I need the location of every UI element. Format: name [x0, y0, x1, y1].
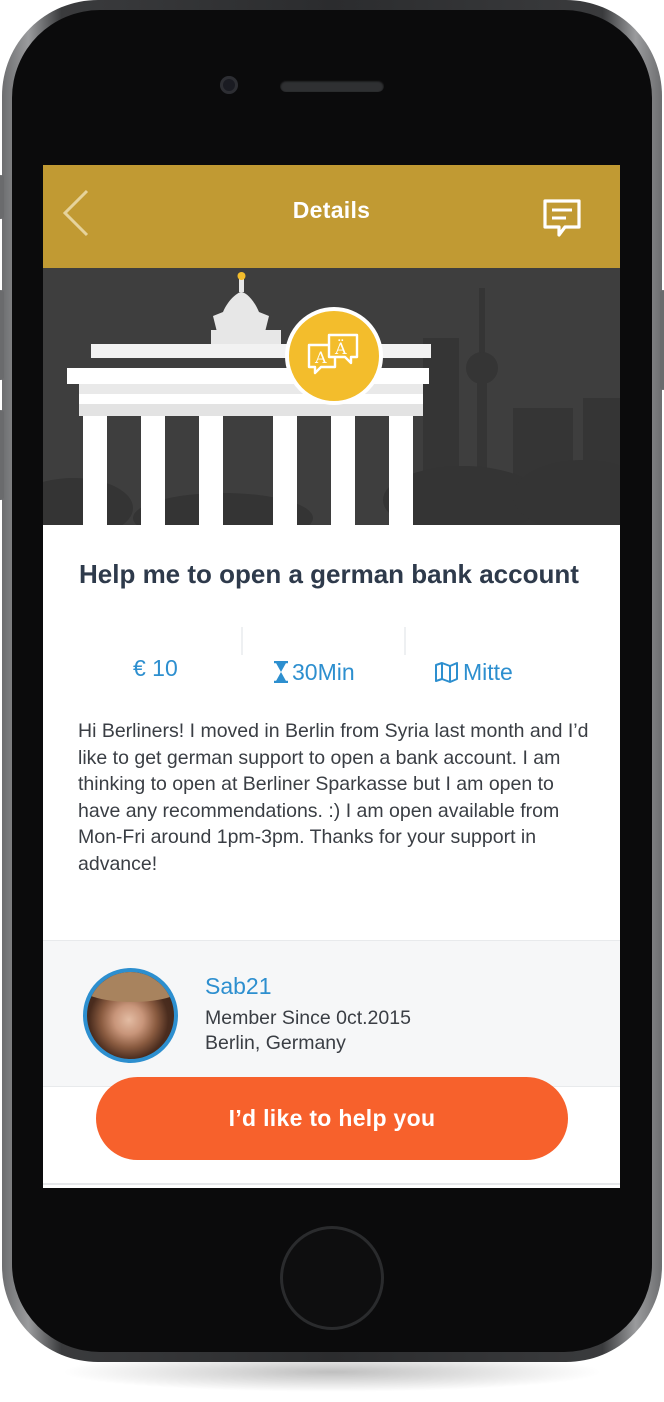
avatar-photo: [87, 972, 174, 1002]
home-button[interactable]: [280, 1226, 384, 1330]
info-divider: [404, 627, 406, 655]
requester-card[interactable]: Sab21 Member Since 0ct.2015 Berlin, Germ…: [43, 940, 620, 1087]
power-button: [660, 290, 664, 390]
svg-text:A: A: [314, 348, 327, 367]
volume-up-button: [0, 290, 4, 380]
member-since: Member Since 0ct.2015: [205, 1007, 411, 1029]
volume-down-button: [0, 410, 4, 500]
price-value: € 10: [133, 654, 178, 681]
page-title: Details: [292, 197, 371, 223]
front-camera: [220, 76, 238, 94]
price-info: € 10: [133, 653, 178, 683]
user-location: Berlin, Germany: [205, 1032, 346, 1054]
duration-info: 30Min: [273, 657, 355, 687]
hero-illustration: A Ä: [43, 268, 620, 525]
bottom-divider: [43, 1183, 620, 1185]
hourglass-icon: [274, 661, 288, 683]
request-description: Hi Berliners! I moved in Berlin from Syr…: [78, 720, 589, 875]
message-button[interactable]: [541, 197, 585, 241]
duration-value: 30Min: [292, 658, 355, 685]
svg-text:Ä: Ä: [334, 338, 347, 358]
mute-switch: [0, 175, 4, 219]
message-icon: [543, 199, 581, 237]
avatar[interactable]: [83, 968, 178, 1063]
translate-icon: A Ä: [307, 333, 359, 375]
district-value: Mitte: [463, 658, 513, 685]
category-badge: A Ä: [285, 307, 383, 405]
app-screen: Details A Ä Help me to open a german ban…: [43, 165, 620, 1188]
navigation-bar: Details: [43, 165, 620, 268]
map-icon: [435, 662, 458, 683]
earpiece-speaker: [280, 80, 384, 92]
district-info: Mitte: [434, 657, 513, 687]
request-title: Help me to open a german bank account: [79, 559, 579, 589]
help-button[interactable]: I’d like to help you: [96, 1077, 568, 1160]
info-divider: [241, 627, 243, 655]
username[interactable]: Sab21: [205, 973, 272, 1000]
